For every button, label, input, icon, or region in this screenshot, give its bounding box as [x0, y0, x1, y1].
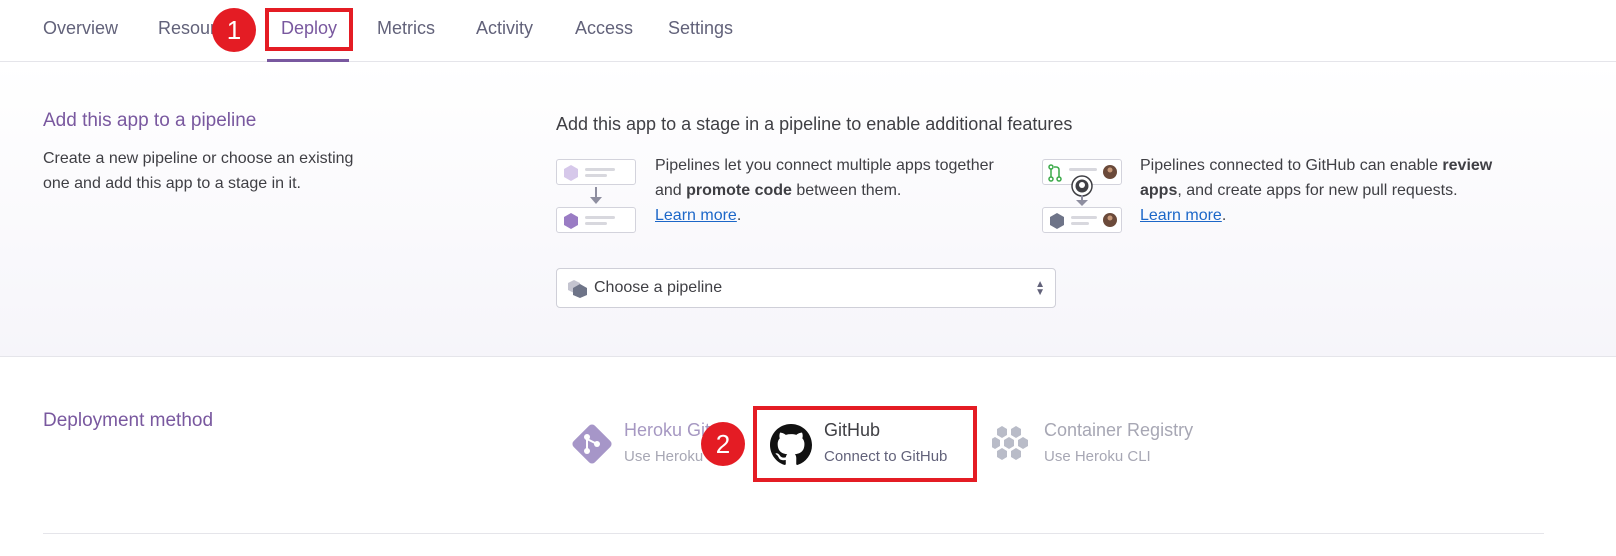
- container-registry-icon: [992, 426, 1028, 460]
- tab-activity[interactable]: Activity: [476, 18, 533, 39]
- container-registry-subtitle: Use Heroku CLI: [1044, 448, 1151, 465]
- tab-metrics[interactable]: Metrics: [377, 18, 435, 39]
- pipeline-promote-illustration: [556, 159, 636, 239]
- learn-more-link[interactable]: Learn more: [1140, 207, 1222, 224]
- step-1-badge: 1: [212, 8, 256, 52]
- pipeline-promote-text: Pipelines let you connect multiple apps …: [655, 157, 994, 224]
- pipeline-section: Add this app to a pipeline Create a new …: [0, 62, 1616, 357]
- tab-settings[interactable]: Settings: [668, 18, 733, 39]
- deployment-method-title: Deployment method: [43, 410, 214, 431]
- pipeline-section-description: Create a new pipeline or choose an exist…: [43, 150, 354, 192]
- github-method-highlight: [753, 406, 977, 482]
- learn-more-link[interactable]: Learn more: [655, 207, 737, 224]
- app-hex-icon: [564, 213, 578, 229]
- pipeline-icon: [568, 280, 587, 298]
- down-arrow-icon: [1076, 195, 1088, 206]
- step-2-badge: 2: [701, 422, 745, 466]
- deploy-method-container-registry[interactable]: Container Registry Use Heroku CLI: [990, 418, 1210, 474]
- chevron-updown-icon: ▲ ▼: [1035, 279, 1045, 298]
- pipeline-github-text: Pipelines connected to GitHub can enable…: [1140, 157, 1493, 224]
- tab-overview[interactable]: Overview: [43, 18, 118, 39]
- pipeline-github-illustration: [1042, 159, 1122, 239]
- pull-request-icon: [1048, 164, 1062, 182]
- section-divider: [43, 533, 1544, 534]
- deploy-tab-highlight: [265, 8, 353, 51]
- pipeline-section-title: Add this app to a pipeline: [43, 110, 257, 131]
- container-registry-title: Container Registry: [1044, 420, 1194, 440]
- avatar: [1103, 165, 1117, 179]
- choose-pipeline-label: Choose a pipeline: [594, 279, 723, 296]
- app-hex-icon: [564, 165, 578, 181]
- heroku-git-icon: [572, 424, 612, 464]
- choose-pipeline-select[interactable]: Choose a pipeline ▲ ▼: [556, 268, 1056, 308]
- app-hex-icon: [1050, 213, 1064, 229]
- deploy-method-heroku-git[interactable]: Heroku Git Use Heroku CLI: [568, 418, 731, 474]
- github-small-icon: [1071, 175, 1093, 197]
- heroku-git-title: Heroku Git: [624, 420, 711, 440]
- avatar: [1103, 213, 1117, 227]
- tab-access[interactable]: Access: [575, 18, 633, 39]
- down-arrow-icon: [590, 187, 602, 204]
- pipeline-heading: Add this app to a stage in a pipeline to…: [556, 114, 1073, 134]
